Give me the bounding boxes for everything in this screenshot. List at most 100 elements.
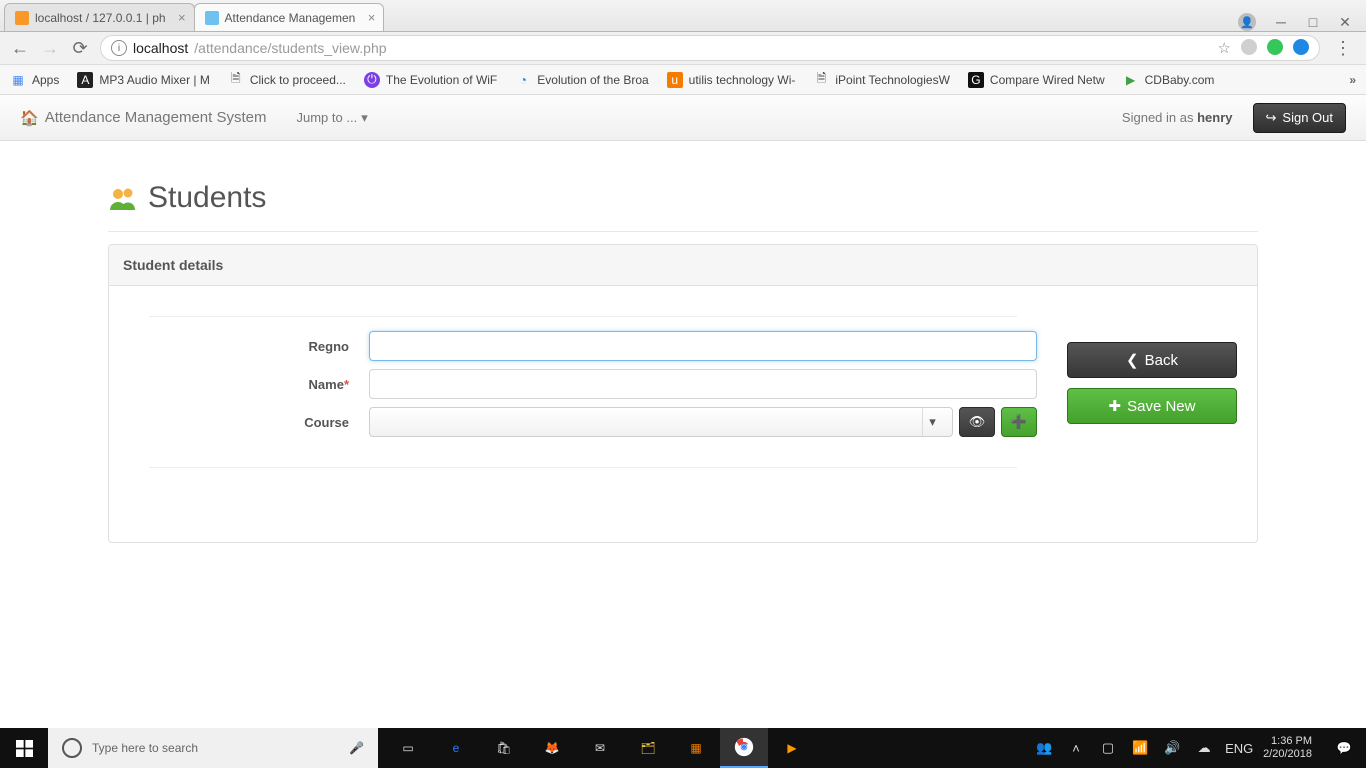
language-indicator[interactable]: ENG (1225, 741, 1247, 756)
nav-back-icon[interactable]: ← (10, 38, 30, 59)
plus-circle-icon: ✚ (1109, 397, 1122, 415)
course-select[interactable]: ▾ (369, 407, 953, 437)
name-input[interactable] (369, 369, 1037, 399)
extension-icon[interactable] (1267, 39, 1283, 55)
caret-down-icon: ▾ (361, 110, 368, 126)
browser-tab-attendance[interactable]: Attendance Managemen × (194, 3, 385, 31)
window-minimize-icon[interactable]: ─ (1274, 14, 1288, 30)
student-details-panel: Student details Regno Name* Course (108, 244, 1258, 543)
extension-icon[interactable] (1241, 39, 1257, 55)
bookmark-item[interactable]: ◔ Evolution of the Broa (515, 72, 648, 88)
bookmark-star-icon[interactable]: ☆ (1218, 39, 1231, 57)
tab-title: localhost / 127.0.0.1 | ph (35, 11, 166, 25)
bookmark-item[interactable]: A MP3 Audio Mixer | M (77, 72, 209, 88)
page-icon: 🗎 (813, 72, 829, 88)
favicon-icon: ◔ (515, 72, 531, 88)
clock-date: 2/20/2018 (1263, 748, 1312, 761)
taskbar-app-store[interactable]: 🛍 (480, 728, 528, 768)
sign-out-label: Sign Out (1282, 110, 1333, 125)
back-label: Back (1145, 352, 1178, 369)
save-new-button[interactable]: ✚ Save New (1067, 388, 1237, 424)
bookmark-label: iPoint TechnologiesW (835, 73, 950, 87)
tab-close-icon[interactable]: × (368, 10, 376, 25)
browser-tab-strip: localhost / 127.0.0.1 | ph × Attendance … (0, 0, 1366, 32)
site-info-icon[interactable]: i (111, 40, 127, 56)
taskbar-app-explorer[interactable]: 🗂 (624, 728, 672, 768)
window-controls: 👤 ─ □ ✕ (1238, 13, 1366, 31)
onedrive-icon[interactable]: ☁ (1193, 740, 1215, 756)
volume-icon[interactable]: 🔊 (1161, 740, 1183, 756)
tab-favicon (205, 11, 219, 25)
chrome-menu-icon[interactable]: ⋮ (1330, 38, 1356, 59)
taskbar-app-xampp[interactable]: ▦ (672, 728, 720, 768)
address-bar[interactable]: i localhost/attendance/students_view.php… (100, 35, 1320, 61)
bookmark-label: Compare Wired Netw (990, 73, 1105, 87)
extension-icon[interactable] (1293, 39, 1309, 55)
jump-label: Jump to ... (296, 110, 357, 125)
tray-expand-icon[interactable]: ˄ (1065, 741, 1087, 756)
bookmark-item[interactable]: 🗎 iPoint TechnologiesW (813, 72, 950, 88)
sign-out-button[interactable]: ↪ Sign Out (1253, 103, 1347, 133)
bookmark-label: Apps (32, 73, 59, 87)
cortana-icon (62, 738, 82, 758)
bookmark-item[interactable]: 🗎Click to proceed... (228, 72, 346, 88)
nav-reload-icon[interactable]: ⟳ (70, 38, 90, 59)
favicon-icon: A (77, 72, 93, 88)
save-new-label: Save New (1127, 398, 1195, 415)
wifi-icon[interactable]: 📶 (1129, 740, 1151, 756)
bookmark-item[interactable]: uutilis technology Wi- (667, 72, 796, 88)
bookmark-label: MP3 Audio Mixer | M (99, 73, 209, 87)
tab-close-icon[interactable]: × (178, 10, 186, 25)
bookmark-item[interactable]: ▶CDBaby.com (1123, 72, 1215, 88)
tab-favicon (15, 11, 29, 25)
add-course-button[interactable]: ➕ (1001, 407, 1037, 437)
taskbar-app-edge[interactable]: e (432, 728, 480, 768)
bookmark-label: utilis technology Wi- (689, 73, 796, 87)
action-center-icon[interactable]: 💬 (1328, 728, 1360, 768)
caret-down-icon: ▾ (929, 414, 936, 430)
bookmark-label: Click to proceed... (250, 73, 346, 87)
taskbar-app-chrome[interactable] (720, 728, 768, 768)
window-maximize-icon[interactable]: □ (1306, 14, 1320, 30)
bookmarks-overflow-icon[interactable]: » (1349, 73, 1356, 87)
signed-in-text: Signed in as henry (1122, 110, 1233, 125)
jump-to-menu[interactable]: Jump to ... ▾ (296, 110, 367, 126)
people-icon[interactable]: 👥 (1033, 740, 1055, 756)
taskbar-search[interactable]: Type here to search 🎤 (48, 728, 378, 768)
view-course-button[interactable]: 👁 (959, 407, 995, 437)
bookmark-label: Evolution of the Broa (537, 73, 648, 87)
app-brand[interactable]: 🏠 Attendance Management System (20, 109, 266, 127)
browser-tab-phpmyadmin[interactable]: localhost / 127.0.0.1 | ph × (4, 3, 195, 31)
taskbar-app-firefox[interactable]: 🦊 (528, 728, 576, 768)
windows-taskbar: Type here to search 🎤 ▭ e 🛍 🦊 ✉ 🗂 ▦ ▶ 👥 … (0, 728, 1366, 768)
name-label: Name* (129, 377, 369, 392)
course-label: Course (129, 415, 369, 430)
tab-title: Attendance Managemen (225, 11, 356, 25)
taskbar-clock[interactable]: 1:36 PM 2/20/2018 (1257, 735, 1318, 760)
url-path: /attendance/students_view.php (194, 40, 386, 56)
sign-out-icon: ↪ (1266, 110, 1277, 126)
bookmark-apps[interactable]: ▦Apps (10, 72, 59, 88)
bookmark-item[interactable]: ⏻The Evolution of WiF (364, 72, 497, 88)
bookmark-item[interactable]: GCompare Wired Netw (968, 72, 1105, 88)
favicon-icon: ⏻ (364, 72, 380, 88)
taskbar-app-mail[interactable]: ✉ (576, 728, 624, 768)
chevron-left-icon: ❮ (1126, 351, 1139, 369)
back-button[interactable]: ❮ Back (1067, 342, 1237, 378)
taskbar-app-media[interactable]: ▶ (768, 728, 816, 768)
bookmarks-bar: ▦Apps AMP3 Audio Mixer | M 🗎Click to pro… (0, 65, 1366, 95)
panel-heading: Student details (109, 245, 1257, 286)
people-icon (108, 186, 136, 210)
app-navbar: 🏠 Attendance Management System Jump to .… (0, 95, 1366, 141)
eye-icon: 👁 (969, 414, 986, 430)
window-close-icon[interactable]: ✕ (1338, 14, 1352, 31)
regno-input[interactable] (369, 331, 1037, 361)
search-placeholder: Type here to search (92, 741, 198, 755)
battery-icon[interactable]: ▢ (1097, 740, 1119, 756)
mic-icon[interactable]: 🎤 (349, 741, 364, 755)
start-button[interactable] (0, 728, 48, 768)
task-view-icon[interactable]: ▭ (384, 728, 432, 768)
bookmark-label: CDBaby.com (1145, 73, 1215, 87)
page-title: Students (108, 181, 1258, 232)
profile-avatar-icon[interactable]: 👤 (1238, 13, 1256, 31)
